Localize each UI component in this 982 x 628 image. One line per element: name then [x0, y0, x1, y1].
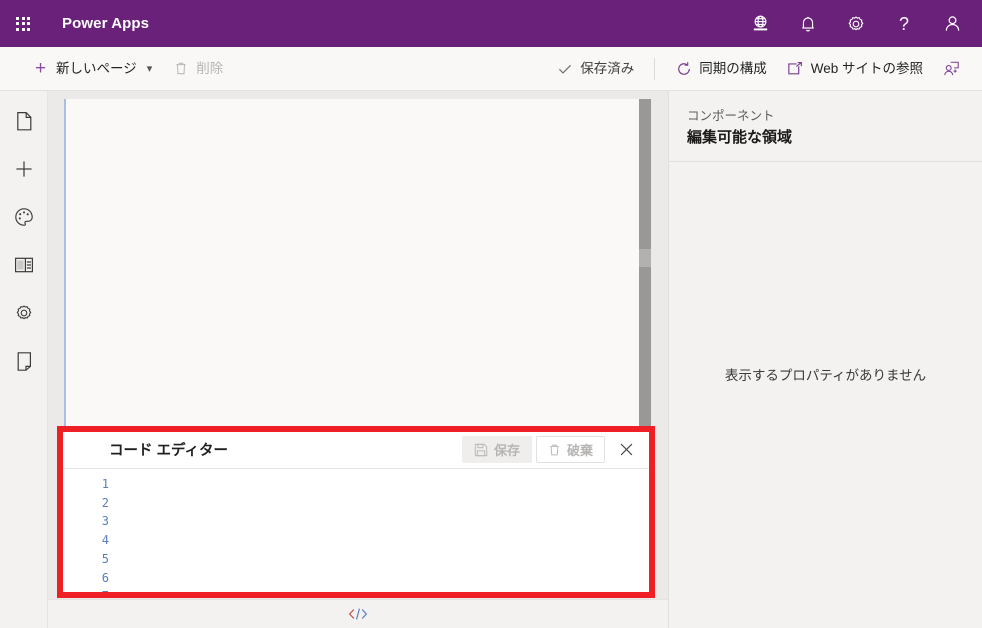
- sidebar-item-pages[interactable]: [0, 97, 48, 145]
- code-editor-close-button[interactable]: [611, 436, 641, 464]
- code-brackets-icon[interactable]: [336, 601, 380, 628]
- properties-panel: コンポーネント 編集可能な領域 表示するプロパティがありません: [668, 91, 982, 628]
- share-invite-user-icon: [943, 60, 960, 77]
- code-editor-body[interactable]: 1 2 3 4 5 6 7: [63, 469, 649, 592]
- properties-panel-header: コンポーネント 編集可能な領域: [669, 91, 982, 163]
- trash-icon: [548, 443, 561, 457]
- canvas-vertical-scrollbar[interactable]: [639, 99, 651, 439]
- command-bar: + 新しいページ ▾ 削除 保存済み 同期の構成 Web サイトの参照: [0, 47, 982, 91]
- code-editor-discard-button[interactable]: 破棄: [535, 436, 605, 463]
- line-number: 5: [101, 551, 109, 566]
- properties-panel-subtitle: コンポーネント: [687, 109, 775, 123]
- refresh-icon: [675, 60, 692, 77]
- delete-button[interactable]: 削除: [162, 53, 233, 85]
- app-root: Power Apps ? + 新しいページ ▾ 削除 保存済み 同期の構成 We…: [0, 0, 982, 628]
- brand-title: Power Apps: [62, 15, 150, 32]
- chevron-down-icon[interactable]: ▾: [147, 62, 153, 75]
- command-bar-left-group: + 新しいページ ▾ 削除: [0, 53, 233, 85]
- sidebar-item-styling[interactable]: [0, 193, 48, 241]
- open-external-icon: [787, 60, 804, 77]
- topbar-icon-group: ?: [736, 0, 982, 47]
- save-status-label: 保存済み: [580, 60, 635, 76]
- notifications-bell-icon[interactable]: [784, 0, 832, 47]
- line-number: 7: [63, 587, 115, 592]
- top-header-bar: Power Apps ?: [0, 0, 982, 47]
- checkmark-icon: [556, 60, 573, 77]
- code-editor-panel: コード エディター 保存 破棄 1 2 3 4 5 6: [63, 431, 649, 593]
- line-number: 3: [101, 514, 109, 529]
- sync-configuration-label: 同期の構成: [699, 60, 767, 76]
- command-bar-right-group: 保存済み 同期の構成 Web サイトの参照: [546, 53, 982, 85]
- command-bar-divider: [654, 57, 656, 80]
- code-editor-actions: 保存 破棄: [461, 436, 641, 464]
- environment-globe-icon[interactable]: [736, 0, 784, 47]
- trash-icon: [172, 60, 189, 77]
- sidebar-item-preview-device[interactable]: [0, 337, 48, 385]
- left-navigation-rail: [0, 91, 48, 628]
- sync-configuration-button[interactable]: 同期の構成: [665, 53, 777, 85]
- code-editor-header: コード エディター 保存 破棄: [63, 431, 649, 469]
- new-page-label: 新しいページ: [56, 60, 137, 76]
- browse-website-label: Web サイトの参照: [810, 60, 923, 76]
- help-icon[interactable]: ?: [880, 0, 928, 47]
- properties-panel-title: 編集可能な領域: [687, 128, 793, 146]
- line-number: 4: [101, 533, 109, 548]
- code-editor-save-button[interactable]: 保存: [461, 436, 532, 463]
- delete-label: 削除: [196, 60, 224, 76]
- app-launcher-grid: [16, 16, 30, 31]
- code-editor-discard-label: 破棄: [566, 443, 593, 458]
- canvas-status-bar: [48, 599, 668, 628]
- canvas-page-surface[interactable]: [64, 99, 649, 439]
- sidebar-item-components[interactable]: [0, 241, 48, 289]
- browse-website-button[interactable]: Web サイトの参照: [777, 53, 933, 85]
- app-launcher-icon[interactable]: [0, 0, 46, 47]
- line-number: 1: [101, 477, 109, 491]
- code-editor-save-label: 保存: [493, 443, 520, 458]
- save-disk-icon: [474, 443, 488, 457]
- plus-icon: +: [34, 58, 47, 79]
- help-question-glyph: ?: [898, 13, 909, 34]
- line-number: 6: [101, 570, 109, 585]
- save-status: 保存済み: [546, 53, 644, 85]
- settings-gear-icon[interactable]: [832, 0, 880, 47]
- code-editor-line-numbers: 1 2 3 4 5 6 7: [63, 475, 115, 592]
- sidebar-item-add[interactable]: [0, 145, 48, 193]
- code-editor-title: コード エディター: [109, 443, 229, 459]
- new-page-button[interactable]: + 新しいページ ▾: [22, 53, 162, 85]
- share-invite-button[interactable]: [933, 53, 970, 85]
- properties-panel-body: 表示するプロパティがありません: [669, 162, 982, 628]
- sidebar-item-settings[interactable]: [0, 289, 48, 337]
- account-avatar-icon[interactable]: [928, 0, 976, 47]
- line-number: 2: [101, 495, 109, 510]
- properties-empty-message: 表示するプロパティがありません: [724, 368, 927, 384]
- scrollbar-thumb-notch: [639, 249, 651, 267]
